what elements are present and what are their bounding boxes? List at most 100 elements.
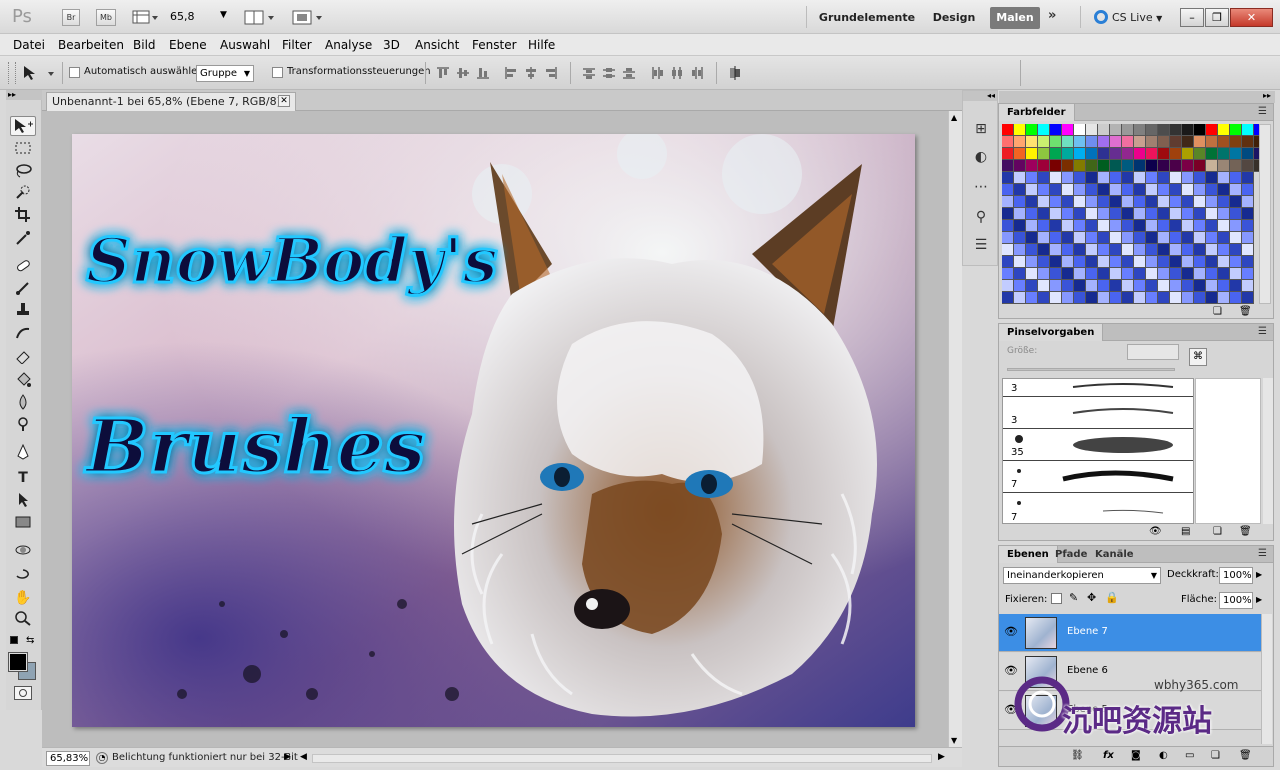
color-swatch[interactable] <box>1074 244 1086 256</box>
color-swatch[interactable] <box>1206 268 1218 280</box>
color-swatch[interactable] <box>1014 220 1026 232</box>
color-swatch[interactable] <box>1242 232 1254 244</box>
color-swatch[interactable] <box>1086 220 1098 232</box>
color-swatch[interactable] <box>1146 292 1158 304</box>
color-swatch[interactable] <box>1158 148 1170 160</box>
brush-size-field[interactable] <box>1127 344 1179 360</box>
color-swatch[interactable] <box>1170 148 1182 160</box>
document-tab[interactable]: Unbenannt-1 bei 65,8% (Ebene 7, RGB/8) * <box>46 92 296 111</box>
color-swatch[interactable] <box>1026 184 1038 196</box>
opacity-slider-icon[interactable]: ▶ <box>1256 570 1262 579</box>
color-swatch[interactable] <box>1086 160 1098 172</box>
color-swatch[interactable] <box>1110 136 1122 148</box>
color-swatch[interactable] <box>1098 124 1110 136</box>
color-swatch[interactable] <box>1098 196 1110 208</box>
color-swatch[interactable] <box>1158 208 1170 220</box>
color-swatch[interactable] <box>1206 196 1218 208</box>
brush-size-slider[interactable] <box>1007 368 1175 371</box>
color-swatch[interactable] <box>1110 280 1122 292</box>
color-swatch[interactable] <box>1038 220 1050 232</box>
color-swatch[interactable] <box>1086 136 1098 148</box>
color-swatch[interactable] <box>1122 244 1134 256</box>
tool-preset-picker[interactable] <box>22 64 56 82</box>
color-swatch[interactable] <box>1194 256 1206 268</box>
color-swatch[interactable] <box>1026 160 1038 172</box>
color-swatch[interactable] <box>1062 196 1074 208</box>
color-swatch[interactable] <box>1098 220 1110 232</box>
color-swatch[interactable] <box>1122 220 1134 232</box>
color-swatch[interactable] <box>1206 220 1218 232</box>
color-swatch[interactable] <box>1182 208 1194 220</box>
workspace-essentials[interactable]: Grundelemente <box>813 8 921 28</box>
color-swatch[interactable] <box>1122 292 1134 304</box>
color-swatch[interactable] <box>1206 160 1218 172</box>
align-right-icon[interactable] <box>544 66 558 80</box>
color-swatch[interactable] <box>1014 184 1026 196</box>
default-colors-icon[interactable] <box>10 636 18 644</box>
fill-slider-icon[interactable]: ▶ <box>1256 595 1262 604</box>
color-swatch[interactable] <box>1122 184 1134 196</box>
color-swatch[interactable] <box>1218 244 1230 256</box>
brush-preset-row[interactable]: 7 <box>1003 493 1193 525</box>
color-swatch[interactable] <box>1194 136 1206 148</box>
path-selection-tool-button[interactable] <box>10 492 36 512</box>
color-swatch[interactable] <box>1074 124 1086 136</box>
color-swatch[interactable] <box>1218 124 1230 136</box>
workspace-painting-active[interactable]: Malen <box>990 7 1040 29</box>
color-swatch[interactable] <box>1194 220 1206 232</box>
color-swatch[interactable] <box>1158 172 1170 184</box>
color-swatch[interactable] <box>1110 124 1122 136</box>
color-swatch[interactable] <box>1230 124 1242 136</box>
color-swatch[interactable] <box>1086 172 1098 184</box>
menu-filter[interactable]: Filter <box>282 38 312 52</box>
new-swatch-icon[interactable]: ❏ <box>1213 306 1222 317</box>
transform-controls-checkbox[interactable] <box>272 67 283 78</box>
color-swatch[interactable] <box>1002 184 1014 196</box>
swatches-scrollbar[interactable] <box>1259 124 1271 304</box>
color-swatch[interactable] <box>1158 136 1170 148</box>
color-swatch[interactable] <box>1002 292 1014 304</box>
color-swatch[interactable] <box>1050 244 1062 256</box>
color-swatch[interactable] <box>1050 268 1062 280</box>
lock-transparency-icon[interactable] <box>1051 593 1062 604</box>
distribute-horizontal-center-icon[interactable] <box>670 66 684 80</box>
delete-brush-icon[interactable]: 🗑 <box>1239 526 1252 537</box>
color-swatch[interactable] <box>1206 148 1218 160</box>
color-swatch[interactable] <box>1170 256 1182 268</box>
color-swatch[interactable] <box>1134 172 1146 184</box>
color-swatch[interactable] <box>1146 256 1158 268</box>
add-mask-icon[interactable]: ◙ <box>1131 750 1141 761</box>
color-swatch[interactable] <box>1086 148 1098 160</box>
minibridge-button[interactable]: Mb <box>96 9 116 26</box>
panel-menu-icon[interactable]: ☰ <box>1258 106 1267 117</box>
color-swatch[interactable] <box>1218 268 1230 280</box>
color-swatch[interactable] <box>1074 172 1086 184</box>
color-swatch[interactable] <box>1182 184 1194 196</box>
color-swatch[interactable] <box>1194 184 1206 196</box>
color-swatch[interactable] <box>1170 292 1182 304</box>
color-swatch[interactable] <box>1098 208 1110 220</box>
color-swatch[interactable] <box>1122 160 1134 172</box>
color-swatch[interactable] <box>1026 136 1038 148</box>
color-swatch[interactable] <box>1122 196 1134 208</box>
color-swatch[interactable] <box>1002 208 1014 220</box>
color-swatch[interactable] <box>1038 208 1050 220</box>
color-swatch[interactable] <box>1206 244 1218 256</box>
scroll-left-icon[interactable]: ◀ <box>300 752 307 762</box>
color-swatch[interactable] <box>1098 232 1110 244</box>
color-swatch[interactable] <box>1014 292 1026 304</box>
color-swatch[interactable] <box>1074 292 1086 304</box>
align-bottom-icon[interactable] <box>476 66 490 80</box>
color-swatch[interactable] <box>1002 220 1014 232</box>
color-swatch[interactable] <box>1074 196 1086 208</box>
menu-select[interactable]: Auswahl <box>220 38 270 52</box>
color-swatch[interactable] <box>1182 124 1194 136</box>
color-swatch[interactable] <box>1074 220 1086 232</box>
link-layers-icon[interactable]: ⛓ <box>1071 750 1084 761</box>
color-swatch[interactable] <box>1230 292 1242 304</box>
color-swatch[interactable] <box>1098 244 1110 256</box>
color-swatch[interactable] <box>1230 232 1242 244</box>
opacity-field[interactable]: 100% <box>1219 567 1253 584</box>
color-swatch[interactable] <box>1230 148 1242 160</box>
color-swatch[interactable] <box>1098 160 1110 172</box>
